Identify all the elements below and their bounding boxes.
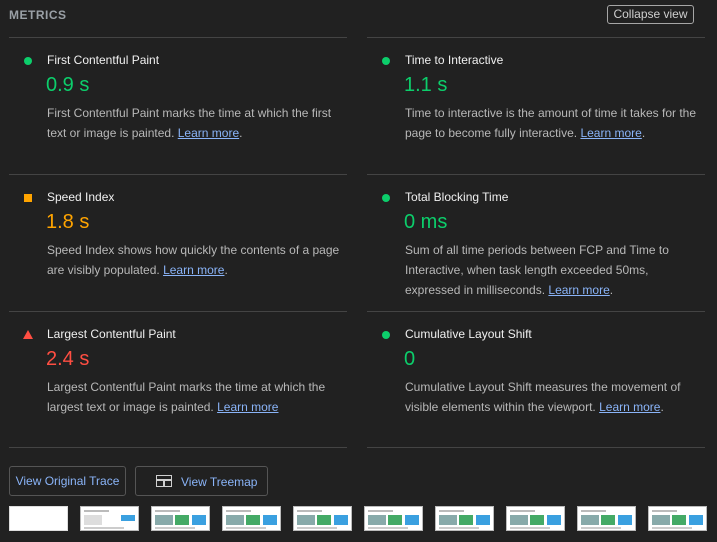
metric-name: Speed Index [47, 190, 115, 204]
learn-more-link[interactable]: Learn more [217, 400, 278, 414]
metric-description: First Contentful Paint marks the time at… [47, 103, 342, 143]
metric-description: Cumulative Layout Shift measures the mov… [405, 377, 700, 417]
metric-value: 1.1 s [404, 74, 448, 96]
view-treemap-button[interactable]: View Treemap [135, 466, 268, 496]
view-original-trace-button[interactable]: View Original Trace [9, 466, 126, 496]
filmstrip-frame [80, 506, 139, 531]
pass-circle-icon [382, 194, 390, 202]
fail-triangle-icon [23, 330, 33, 339]
filmstrip-frame [435, 506, 494, 531]
metric-description-text: Sum of all time periods between FCP and … [405, 243, 669, 297]
pass-circle-icon [382, 57, 390, 65]
metric-speed-index: Speed Index 1.8 s Speed Index shows how … [9, 174, 347, 311]
metric-description-text: Time to interactive is the amount of tim… [405, 106, 697, 140]
metric-value: 0.9 s [46, 74, 90, 96]
metric-value: 2.4 s [46, 348, 90, 370]
description-period: . [641, 126, 646, 140]
description-period: . [239, 126, 243, 140]
button-label: View Original Trace [15, 474, 120, 488]
treemap-icon [156, 475, 172, 487]
filmstrip-frame [293, 506, 352, 531]
pass-circle-icon [382, 331, 390, 339]
metric-description-text: Largest Contentful Paint marks the time … [47, 380, 326, 414]
filmstrip-frame [577, 506, 636, 531]
description-period: . [609, 283, 614, 297]
divider [367, 447, 705, 448]
metric-largest-contentful-paint: Largest Contentful Paint 2.4 s Largest C… [9, 311, 347, 448]
learn-more-link[interactable]: Learn more [580, 126, 641, 140]
learn-more-link[interactable]: Learn more [599, 400, 660, 414]
filmstrip [9, 506, 709, 532]
metric-cumulative-layout-shift: Cumulative Layout Shift 0 Cumulative Lay… [367, 311, 705, 448]
filmstrip-frame [506, 506, 565, 531]
metric-name: Time to Interactive [405, 53, 504, 67]
metric-total-blocking-time: Total Blocking Time 0 ms Sum of all time… [367, 174, 705, 311]
divider [9, 447, 347, 448]
metrics-header: METRICS Collapse view [0, 0, 717, 32]
metric-name: First Contentful Paint [47, 53, 160, 67]
collapse-view-button[interactable]: Collapse view [607, 5, 694, 24]
filmstrip-frame [151, 506, 210, 531]
button-label: View Treemap [181, 475, 258, 489]
metric-first-contentful-paint: First Contentful Paint 0.9 s First Conte… [9, 37, 347, 174]
filmstrip-frame [222, 506, 281, 531]
section-title: METRICS [9, 8, 67, 22]
learn-more-link[interactable]: Learn more [548, 283, 609, 297]
metric-name: Cumulative Layout Shift [405, 327, 532, 341]
description-period: . [660, 400, 664, 414]
filmstrip-frame [648, 506, 707, 531]
filmstrip-frame [364, 506, 423, 531]
metric-name: Total Blocking Time [405, 190, 509, 204]
metric-value: 0 ms [404, 211, 448, 233]
learn-more-link[interactable]: Learn more [163, 263, 224, 277]
metric-description: Speed Index shows how quickly the conten… [47, 240, 342, 280]
average-square-icon [24, 194, 32, 202]
metric-value: 0 [404, 348, 416, 370]
metric-description: Sum of all time periods between FCP and … [405, 240, 700, 300]
metric-value: 1.8 s [46, 211, 90, 233]
learn-more-link[interactable]: Learn more [178, 126, 239, 140]
metric-time-to-interactive: Time to Interactive 1.1 s Time to intera… [367, 37, 705, 174]
metric-name: Largest Contentful Paint [47, 327, 176, 341]
pass-circle-icon [24, 57, 32, 65]
filmstrip-frame [9, 506, 68, 531]
description-period: . [224, 263, 228, 277]
metric-description: Time to interactive is the amount of tim… [405, 103, 700, 143]
metric-description: Largest Contentful Paint marks the time … [47, 377, 342, 417]
